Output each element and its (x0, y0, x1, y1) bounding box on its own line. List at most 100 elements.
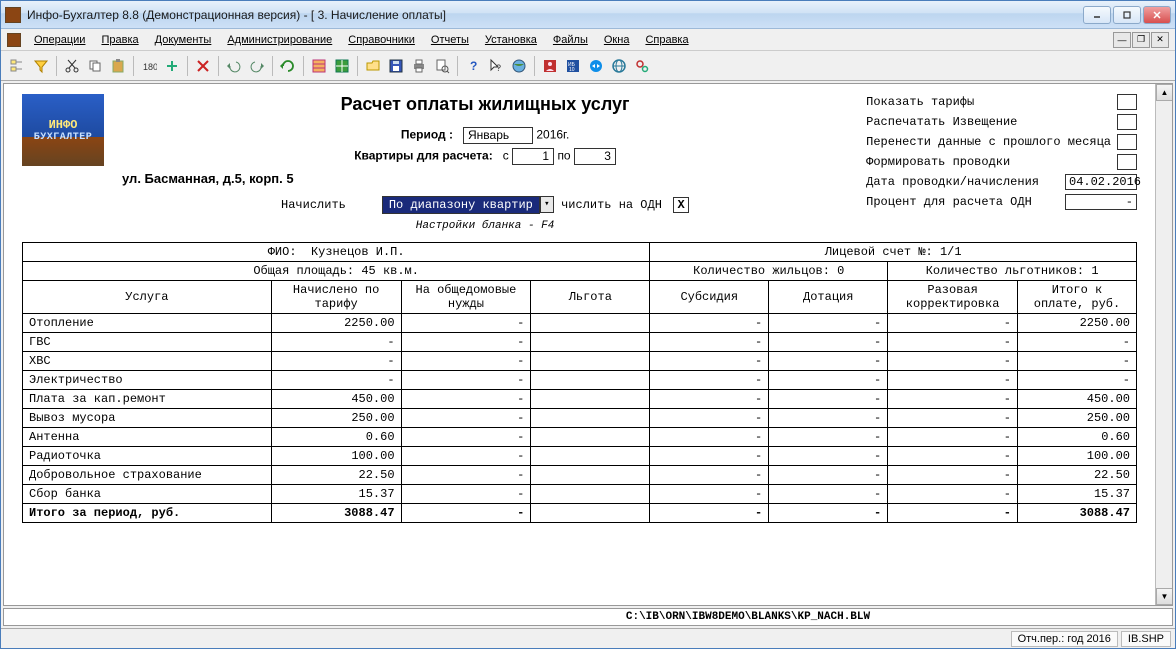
globe2-icon[interactable] (608, 55, 630, 77)
mdi-close-button[interactable]: ✕ (1151, 32, 1169, 48)
cell: - (769, 314, 888, 333)
cell: - (1018, 371, 1137, 390)
cell: - (401, 447, 531, 466)
maximize-button[interactable] (1113, 6, 1141, 24)
cell: - (769, 447, 888, 466)
menu-documents[interactable]: Документы (148, 32, 219, 48)
data-table: ФИО: Кузнецов И.П. Лицевой счет №: 1/1 О… (22, 242, 1137, 523)
cell: - (650, 333, 769, 352)
link-print-notice[interactable]: Распечатать Извещение (866, 115, 1111, 129)
menu-windows[interactable]: Окна (597, 32, 637, 48)
table-row: Сбор банка15.37----15.37 (23, 485, 1137, 504)
cell: - (888, 409, 1018, 428)
filter-icon[interactable] (30, 55, 52, 77)
vertical-scrollbar[interactable]: ▲ ▼ (1155, 84, 1172, 605)
menu-help[interactable]: Справка (638, 32, 695, 48)
preview-icon[interactable] (431, 55, 453, 77)
print-notice-field[interactable] (1117, 114, 1137, 130)
rotate-icon[interactable]: 180 (138, 55, 160, 77)
menu-files[interactable]: Файлы (546, 32, 595, 48)
period-month-input[interactable]: Январь (463, 127, 533, 144)
svg-text:?: ? (470, 59, 477, 73)
cell: - (650, 390, 769, 409)
cut-icon[interactable] (61, 55, 83, 77)
cell: - (769, 352, 888, 371)
plus-icon[interactable] (161, 55, 183, 77)
flat-from-input[interactable]: 1 (512, 148, 554, 165)
menu-admin[interactable]: Администрирование (220, 32, 339, 48)
toolbar: 180 ? ? ИБ10 (1, 51, 1175, 81)
open-icon[interactable] (362, 55, 384, 77)
show-tariffs-field[interactable] (1117, 94, 1137, 110)
mdi-restore-button[interactable]: ❐ (1132, 32, 1150, 48)
close-button[interactable] (1143, 6, 1171, 24)
cell: - (1018, 352, 1137, 371)
form-entries-field[interactable] (1117, 154, 1137, 170)
paste-icon[interactable] (107, 55, 129, 77)
scroll-down-icon[interactable]: ▼ (1156, 588, 1173, 605)
cell: - (401, 352, 531, 371)
odn-percent-input[interactable]: - (1065, 194, 1137, 210)
cell (531, 333, 650, 352)
teamviewer-icon[interactable] (585, 55, 607, 77)
cell: - (888, 447, 1018, 466)
grid-orange-icon[interactable] (308, 55, 330, 77)
undo-icon[interactable] (223, 55, 245, 77)
mdi-icon[interactable] (7, 33, 21, 47)
cell: 22.50 (1018, 466, 1137, 485)
svg-text:180: 180 (143, 62, 157, 72)
cell: - (888, 333, 1018, 352)
minimize-button[interactable] (1083, 6, 1111, 24)
flat-to-input[interactable]: 3 (574, 148, 616, 165)
titlebar: Инфо-Бухгалтер 8.8 (Демонстрационная вер… (1, 1, 1175, 29)
posting-date-input[interactable]: 04.02.2016 (1065, 174, 1137, 190)
cell: 2250.00 (1018, 314, 1137, 333)
menu-refs[interactable]: Справочники (341, 32, 422, 48)
link-show-tariffs[interactable]: Показать тарифы (866, 95, 1111, 109)
help-icon[interactable]: ? (462, 55, 484, 77)
cell: - (650, 409, 769, 428)
globe-icon[interactable] (508, 55, 530, 77)
whatsthis-icon[interactable]: ? (485, 55, 507, 77)
person-icon[interactable] (539, 55, 561, 77)
doc-path: C:\IB\ORN\IBW8DEMO\BLANKS\KP_NACH.BLW (324, 611, 1172, 623)
redo-icon[interactable] (246, 55, 268, 77)
menu-edit[interactable]: Правка (94, 32, 145, 48)
menu-operations[interactable]: Операции (27, 32, 92, 48)
menu-install[interactable]: Установка (478, 32, 544, 48)
odn-label: числить на ОДН (561, 198, 662, 212)
gears-icon[interactable] (631, 55, 653, 77)
link-carry-over[interactable]: Перенести данные с прошлого месяца (866, 135, 1111, 149)
area-value: 45 кв.м. (361, 264, 419, 278)
cell: - (888, 466, 1018, 485)
doc-status: C:\IB\ORN\IBW8DEMO\BLANKS\KP_NACH.BLW (3, 608, 1173, 626)
odn-checkbox[interactable]: X (673, 197, 689, 213)
refresh-icon[interactable] (277, 55, 299, 77)
print-icon[interactable] (408, 55, 430, 77)
combo-arrow-icon[interactable]: ▾ (540, 196, 554, 213)
service-name: Сбор банка (23, 485, 272, 504)
posting-date-label: Дата проводки/начисления (866, 175, 1059, 189)
scroll-up-icon[interactable]: ▲ (1156, 84, 1173, 101)
calc-mode-combo[interactable]: По диапазону квартир (382, 196, 540, 214)
cell: - (888, 371, 1018, 390)
cell: - (650, 371, 769, 390)
copy-icon[interactable] (84, 55, 106, 77)
cell: - (401, 485, 531, 504)
table-row: ГВС------ (23, 333, 1137, 352)
menu-reports[interactable]: Отчеты (424, 32, 476, 48)
cell: 100.00 (1018, 447, 1137, 466)
link-form-entries[interactable]: Формировать проводки (866, 155, 1111, 169)
tree-icon[interactable] (7, 55, 29, 77)
grid-green-icon[interactable] (331, 55, 353, 77)
save-icon[interactable] (385, 55, 407, 77)
cell: - (401, 428, 531, 447)
service-name: Плата за кап.ремонт (23, 390, 272, 409)
delete-icon[interactable] (192, 55, 214, 77)
cell: - (888, 314, 1018, 333)
app-icon (5, 7, 21, 23)
carry-over-field[interactable] (1117, 134, 1137, 150)
mdi-minimize-button[interactable]: — (1113, 32, 1131, 48)
ib-icon[interactable]: ИБ10 (562, 55, 584, 77)
col-dotation: Дотация (769, 281, 888, 314)
